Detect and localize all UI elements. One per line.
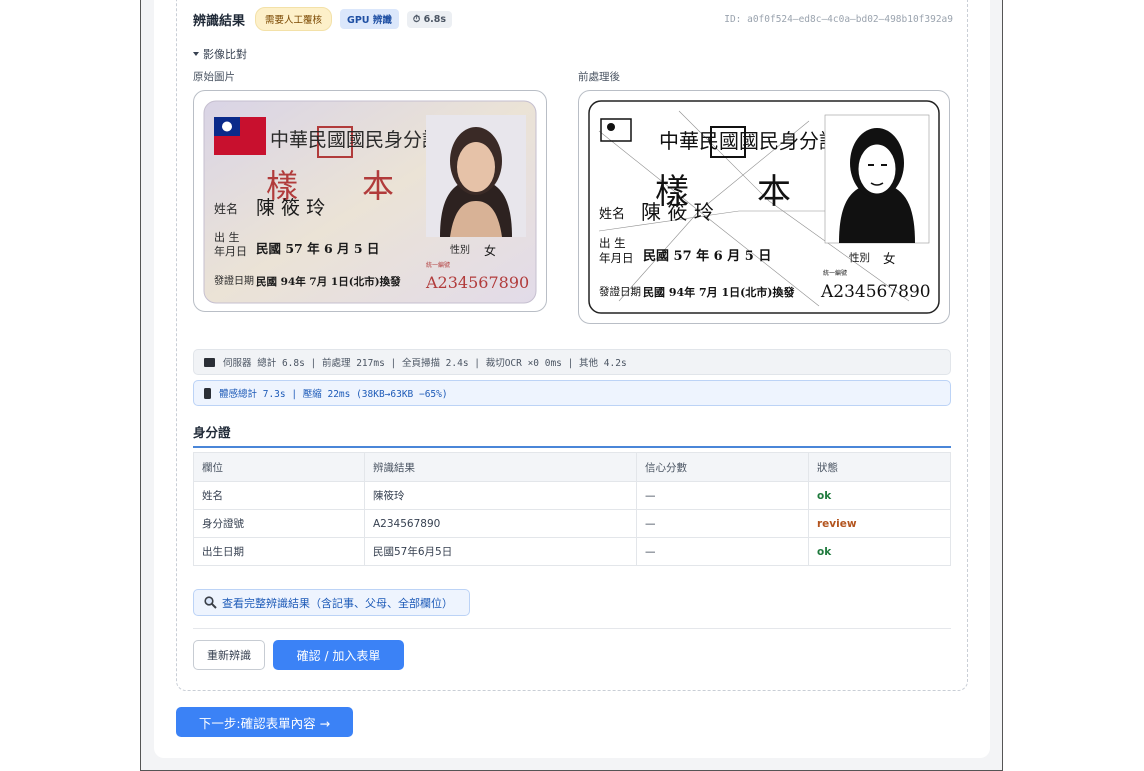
- image-compare-label: 影像比對: [203, 48, 247, 61]
- col-header-confidence: 信心分數: [636, 452, 809, 482]
- processed-card-birth-label-2: 年月日: [599, 251, 634, 265]
- review-badge: 需要人工覆核: [255, 7, 333, 31]
- cell-status: ok: [808, 481, 951, 510]
- processed-image-label: 前處理後: [578, 71, 620, 83]
- processed-card-birth-label-1: 出 生: [599, 236, 626, 250]
- table-row: 身分證號 A234567890 — review: [193, 509, 951, 538]
- result-title: 辨識結果: [193, 13, 246, 29]
- time-badge: ⏱ 6.8s: [406, 10, 453, 28]
- processed-card-sample-right: 本: [757, 172, 791, 212]
- result-table: 欄位 辨識結果 信心分數 狀態 姓名 陳筱玲 — ok 身分證號 A234567…: [193, 452, 951, 566]
- section-title: 身分證: [193, 422, 951, 448]
- server-timing-text: 伺服器 總計 6.8s | 前處理 217ms | 全頁掃描 2.4s | 裁切…: [223, 358, 627, 369]
- processed-card-id-number: A234567890: [820, 282, 931, 302]
- original-id-image: 中華民國國民身分證 樣 本 姓名 陳 筱 玲 出 生 年月日 民國 57 年 6…: [193, 90, 547, 312]
- card-issue-label: 發證日期: [214, 274, 254, 287]
- card-sex-value: 女: [484, 243, 496, 258]
- card-birth-label-2: 年月日: [214, 244, 247, 258]
- cell-field: 出生日期: [193, 537, 365, 566]
- caret-down-icon: [193, 52, 199, 56]
- original-image-label: 原始圖片: [193, 71, 235, 83]
- processed-card-name-value: 陳 筱 玲: [641, 200, 714, 224]
- cell-field: 姓名: [193, 481, 365, 510]
- cell-field: 身分證號: [193, 509, 365, 538]
- card-birth-label-1: 出 生: [214, 230, 240, 244]
- col-header-status: 狀態: [808, 452, 951, 482]
- col-header-field: 欄位: [193, 452, 365, 482]
- processed-card-header: 中華民國國民身分證: [659, 129, 839, 153]
- cell-value: 陳筱玲: [364, 481, 637, 510]
- phone-icon: [204, 387, 211, 399]
- cell-status: ok: [808, 537, 951, 566]
- cell-status: review: [808, 509, 951, 538]
- clock-icon: ⏱: [412, 13, 421, 25]
- cell-value: 民國57年6月5日: [364, 537, 637, 566]
- divider: [193, 628, 951, 629]
- magnifier-icon: [204, 596, 217, 609]
- time-badge-value: 6.8s: [423, 13, 447, 25]
- browser-frame: 辨識結果 需要人工覆核 GPU 辨識 ⏱ 6.8s ID: a0f0f524–e…: [140, 0, 1003, 771]
- result-panel: 辨識結果 需要人工覆核 GPU 辨識 ⏱ 6.8s ID: a0f0f524–e…: [176, 0, 968, 691]
- processed-card-issue-value: 民國 94年 7月 1日(北市)換發: [643, 285, 796, 299]
- confirm-add-button[interactable]: 確認 / 加入表單: [273, 640, 404, 670]
- table-row: 出生日期 民國57年6月5日 — ok: [193, 537, 951, 566]
- card-header: 中華民國國民身分證: [270, 129, 441, 151]
- cell-confidence: —: [636, 481, 809, 510]
- cell-confidence: —: [636, 509, 809, 538]
- next-step-button[interactable]: 下一步:確認表單內容 →: [176, 707, 353, 737]
- card-name-value: 陳 筱 玲: [256, 197, 325, 219]
- image-compare-toggle[interactable]: 影像比對: [193, 46, 247, 62]
- device-timing-text: 體感總計 7.3s | 壓縮 22ms (38KB→63KB −65%): [219, 389, 448, 400]
- processed-card-id-caption: 統一編號: [823, 269, 847, 277]
- record-id: ID: a0f0f524–ed8c–4c0a–bd02–498b10f392a9: [724, 13, 953, 25]
- cell-value: A234567890: [364, 509, 637, 538]
- card-birth-value: 民國 57 年 6 月 5 日: [256, 241, 379, 256]
- processed-card-sex-value: 女: [883, 251, 896, 266]
- card-id-number: A234567890: [425, 273, 529, 292]
- device-timing-bar: 體感總計 7.3s | 壓縮 22ms (38KB→63KB −65%): [193, 380, 951, 406]
- col-header-value: 辨識結果: [364, 452, 637, 482]
- card-sex-label: 性別: [450, 243, 470, 256]
- content-card: 辨識結果 需要人工覆核 GPU 辨識 ⏱ 6.8s ID: a0f0f524–e…: [154, 0, 990, 758]
- processed-id-image: 中華民國國民身分證 樣 本 姓名 陳 筱 玲 出 生 年月日 民國 57 年 6…: [578, 90, 950, 324]
- redo-button[interactable]: 重新辨識: [193, 640, 265, 670]
- processed-card-issue-label: 發證日期: [599, 285, 641, 298]
- card-name-label: 姓名: [214, 201, 238, 216]
- portrait-photo: [426, 115, 526, 237]
- view-full-result-button[interactable]: 查看完整辨識結果（含記事、父母、全部欄位）: [193, 589, 470, 616]
- server-timing-bar: 伺服器 總計 6.8s | 前處理 217ms | 全頁掃描 2.4s | 裁切…: [193, 349, 951, 375]
- processed-card-name-label: 姓名: [599, 206, 625, 222]
- processed-portrait-photo: [824, 114, 930, 244]
- monitor-icon: [204, 357, 215, 367]
- card-sample-right: 本: [362, 167, 394, 205]
- view-full-result-label: 查看完整辨識結果（含記事、父母、全部欄位）: [222, 596, 453, 610]
- result-header: 辨識結果 需要人工覆核 GPU 辨識 ⏱ 6.8s ID: a0f0f524–e…: [193, 6, 953, 32]
- processed-card-sex-label: 性別: [849, 251, 870, 264]
- processed-card-birth-value: 民國 57 年 6 月 5 日: [643, 248, 771, 264]
- gpu-badge: GPU 辨識: [340, 9, 399, 29]
- card-id-caption: 統一編號: [426, 261, 450, 269]
- card-issue-value: 民國 94年 7月 1日(北市)換發: [256, 275, 401, 288]
- table-header-row: 欄位 辨識結果 信心分數 狀態: [193, 452, 951, 482]
- cell-confidence: —: [636, 537, 809, 566]
- table-row: 姓名 陳筱玲 — ok: [193, 481, 951, 510]
